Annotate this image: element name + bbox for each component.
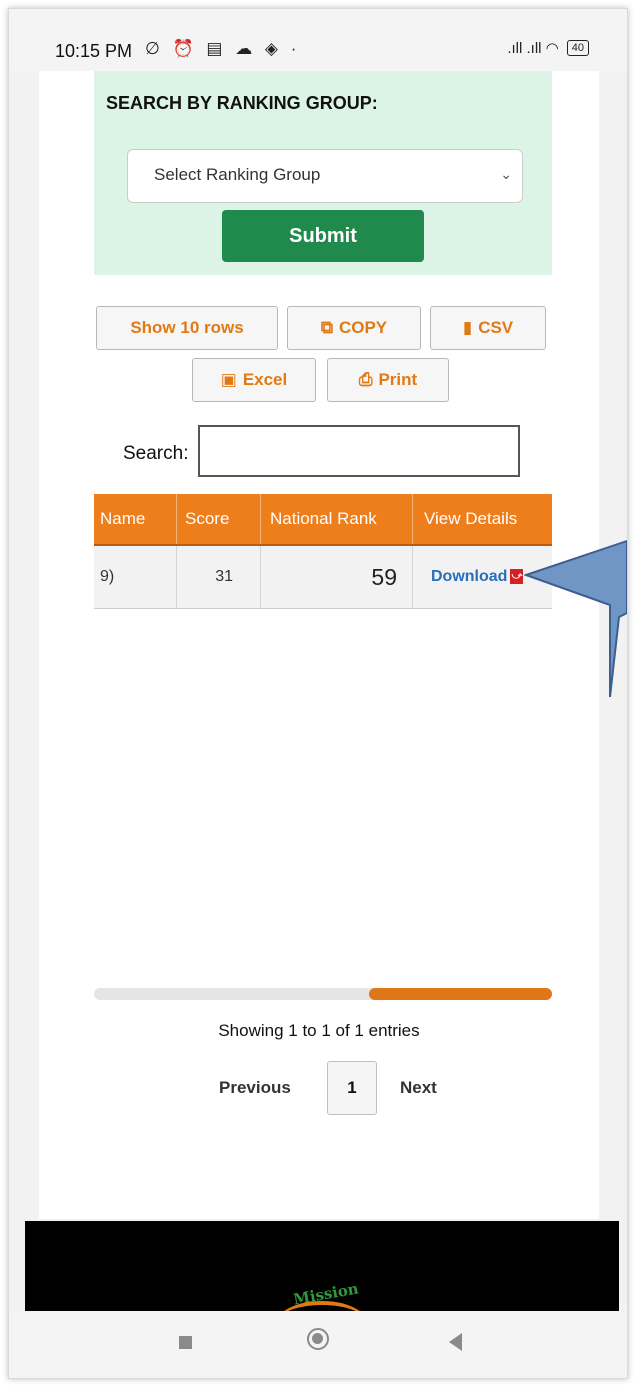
table-header: Name Score National Rank View Details [94,494,552,546]
copy-button[interactable]: ⧉ COPY [287,306,421,350]
select-value: Select Ranking Group [154,165,321,184]
cell-national-rank: 59 [371,564,397,590]
copy-icon: ⧉ [320,318,333,337]
signal-icon: .ıll .ıll ◠ [507,40,559,57]
entries-info: Showing 1 to 1 of 1 entries [218,1021,420,1040]
header-divider [412,494,413,544]
page-1-button[interactable]: 1 [327,1061,377,1115]
col-national-rank[interactable]: National Rank [270,494,412,544]
home-icon[interactable] [307,1328,329,1350]
download-label: Download [431,568,508,585]
excel-label: Excel [242,370,288,389]
pdf-icon: ⤻ [510,569,524,585]
panel-title: SEARCH BY RANKING GROUP: [106,93,378,113]
footer-logo-arc [277,1301,367,1311]
print-button[interactable]: ⎙ Print [327,358,449,402]
status-bar: 10:15 PM ∅ ⏰ ▤ ☁ ◈ · .ıll .ıll ◠ 40 [9,9,627,71]
copy-label: COPY [338,318,388,337]
phone-frame: 10:15 PM ∅ ⏰ ▤ ☁ ◈ · .ıll .ıll ◠ 40 SEAR… [8,8,628,1379]
back-icon[interactable] [449,1333,462,1351]
ranking-group-select[interactable]: Select Ranking Group ⌄ [127,149,523,203]
table-row: 9) 31 59 Download ⤻ [94,546,552,609]
android-nav-bar [9,1311,627,1378]
print-label: Print [378,370,418,389]
status-right: .ıll .ıll ◠ 40 [507,39,589,57]
status-time: 10:15 PM [55,41,133,61]
search-input[interactable] [198,425,520,477]
print-icon: ⎙ [358,370,373,389]
page-content: SEARCH BY RANKING GROUP: Select Ranking … [39,71,599,1219]
site-footer: Mission [25,1221,619,1311]
horizontal-scrollbar[interactable] [94,988,552,1000]
row-divider [412,546,413,608]
show-rows-label: Show 10 rows [130,318,244,337]
show-rows-button[interactable]: Show 10 rows [96,306,278,350]
col-score[interactable]: Score [185,494,260,544]
submit-button[interactable]: Submit [222,210,424,262]
excel-button[interactable]: ▣ Excel [192,358,316,402]
chevron-down-icon: ⌄ [500,166,512,182]
battery-icon: 40 [566,40,589,56]
recents-icon[interactable] [179,1336,192,1349]
col-name[interactable]: Name [100,494,176,544]
cell-score: 31 [215,568,233,585]
excel-icon: ▣ [220,370,237,389]
previous-button[interactable]: Previous [219,1078,291,1098]
notification-icons: ∅ ⏰ ▤ ☁ ◈ · [145,39,301,58]
csv-button[interactable]: ▮ CSV [430,306,546,350]
header-divider [176,494,177,544]
csv-label: CSV [478,318,514,337]
scrollbar-thumb[interactable] [369,988,552,1000]
next-button[interactable]: Next [400,1078,437,1098]
search-by-ranking-panel: SEARCH BY RANKING GROUP: Select Ranking … [94,71,552,275]
header-divider [260,494,261,544]
callout-arrow [524,539,627,697]
callout-arrow-shape [524,539,627,697]
cell-name: 9) [100,568,115,585]
search-label: Search: [123,443,189,464]
file-icon: ▮ [462,318,473,337]
